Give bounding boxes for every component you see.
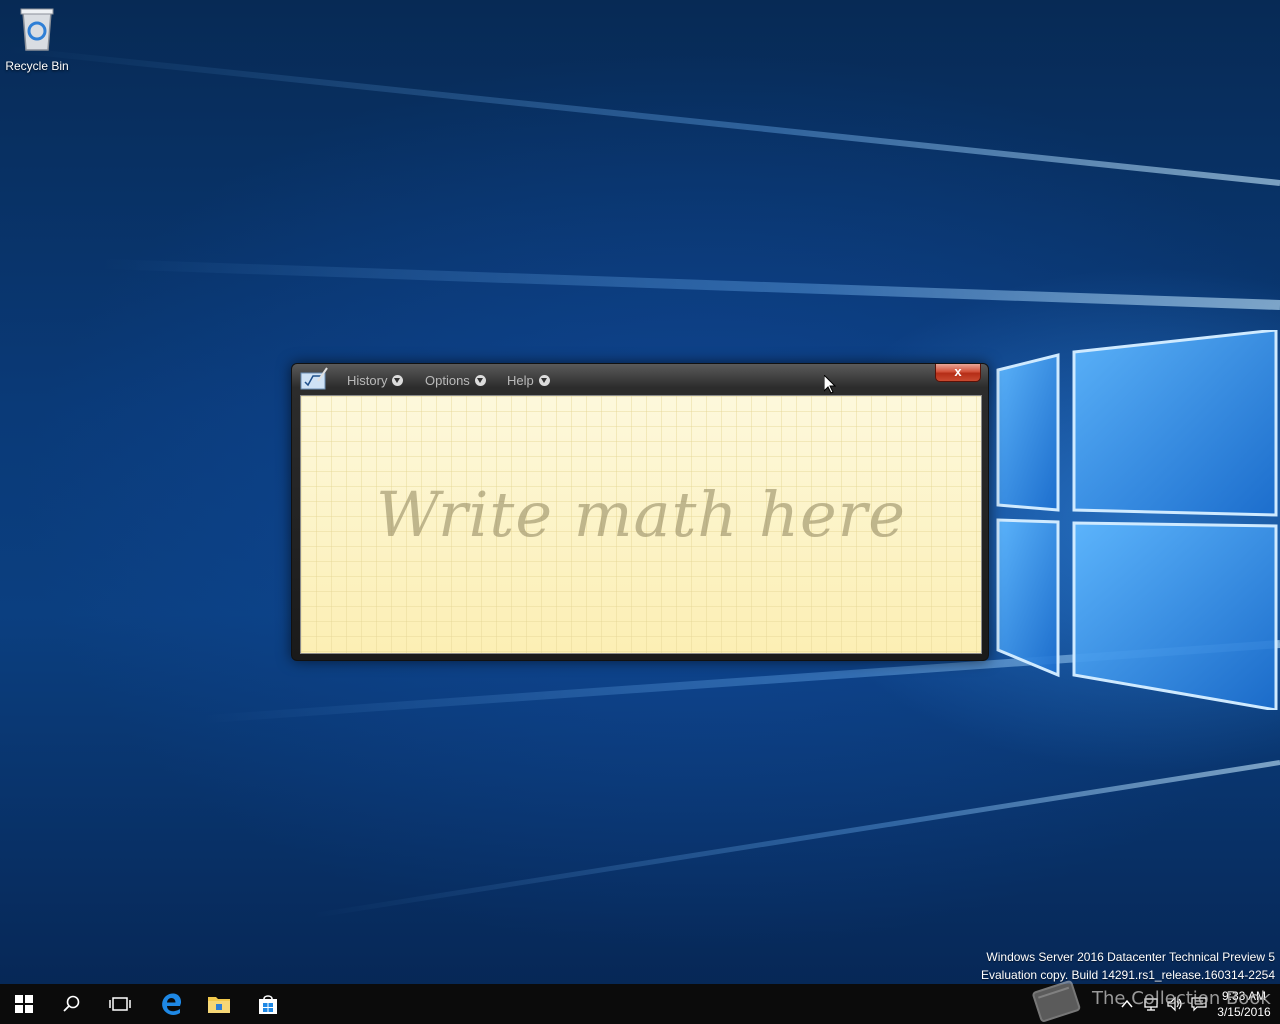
desktop: Recycle Bin History Options Help x Write… <box>0 0 1280 1024</box>
chevron-down-icon <box>538 374 550 386</box>
menu-help-label: Help <box>507 372 534 388</box>
menu-history-label: History <box>347 372 388 388</box>
recycle-bin-icon <box>20 8 54 51</box>
wallpaper-beam <box>311 760 1280 919</box>
task-view-button[interactable] <box>96 984 144 1024</box>
title-bar[interactable]: History Options Help x <box>292 364 988 394</box>
edge-icon <box>162 993 182 1015</box>
menu-history[interactable]: History <box>347 372 404 388</box>
writing-area[interactable]: Write math here <box>300 395 982 654</box>
store-icon <box>259 995 277 1014</box>
search-icon <box>63 995 80 1012</box>
writing-area-placeholder: Write math here <box>376 478 906 551</box>
close-button[interactable]: x <box>935 364 981 382</box>
recycle-bin[interactable]: Recycle Bin <box>4 6 70 73</box>
mouse-cursor-icon <box>824 375 836 394</box>
wallpaper-beam <box>100 258 1280 310</box>
chevron-down-icon <box>392 374 404 386</box>
file-explorer-icon <box>208 997 230 1013</box>
windows-logo-wallpaper <box>996 330 1278 710</box>
edge-taskbar-button[interactable] <box>147 984 195 1024</box>
menu-options[interactable]: Options <box>425 372 486 388</box>
file-explorer-taskbar-button[interactable] <box>195 984 243 1024</box>
recycle-bin-label: Recycle Bin <box>5 59 69 73</box>
store-taskbar-button[interactable] <box>244 984 292 1024</box>
menu-help[interactable]: Help <box>507 372 550 388</box>
start-button[interactable] <box>0 984 48 1024</box>
watermark-line1: Windows Server 2016 Datacenter Technical… <box>986 950 1275 964</box>
collection-book-text: The Collection Book <box>1092 988 1271 1009</box>
math-input-panel-window[interactable]: History Options Help x Write math here <box>291 363 989 661</box>
close-icon: x <box>954 364 962 379</box>
wallpaper-beam <box>6 46 1280 186</box>
search-button[interactable] <box>48 984 96 1024</box>
menu-options-label: Options <box>425 372 470 388</box>
task-view-icon <box>109 997 131 1011</box>
chevron-down-icon <box>474 374 486 386</box>
math-input-panel-icon <box>300 367 328 390</box>
windows-start-icon <box>15 995 33 1013</box>
